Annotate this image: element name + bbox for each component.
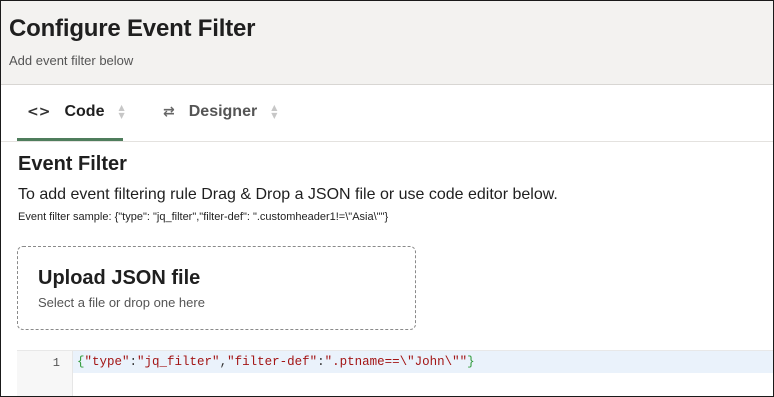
code-token: "jq_filter": [137, 355, 220, 369]
tab-designer[interactable]: ⇄ Designer ▲ ▼: [161, 85, 291, 139]
window-frame: Configure Event Filter Add event filter …: [0, 0, 774, 397]
code-token: :: [129, 355, 138, 369]
line-number: 1: [52, 356, 60, 370]
upload-title: Upload JSON file: [38, 267, 201, 289]
tab-designer-label: Designer: [188, 103, 258, 120]
drag-handle-icon[interactable]: ▲ ▼: [271, 104, 277, 120]
code-token: }: [467, 355, 475, 369]
upload-hint: Select a file or drop one here: [38, 295, 205, 310]
code-text: {"type":"jq_filter","filter-def":".ptnam…: [77, 355, 475, 369]
code-token: :: [317, 355, 325, 369]
code-token: ".ptname==\"John\"": [324, 355, 468, 369]
code-token: {: [77, 355, 85, 369]
tab-code-label: Code: [64, 102, 105, 120]
code-token: "filter-def": [227, 355, 318, 369]
code-token: ,: [219, 355, 228, 369]
swap-arrows-icon: ⇄: [163, 104, 175, 120]
tab-code[interactable]: <> Code ▲ ▼: [17, 85, 125, 141]
page-title: Configure Event Filter: [9, 15, 256, 42]
drag-handle-icon[interactable]: ▲ ▼: [118, 103, 124, 120]
editor-gutter: 1: [17, 351, 73, 396]
code-editor[interactable]: 1 {"type":"jq_filter","filter-def":".ptn…: [17, 350, 773, 396]
code-token: "type": [84, 355, 130, 369]
upload-dropzone[interactable]: Upload JSON file Select a file or drop o…: [17, 246, 416, 330]
tab-bar: <> Code ▲ ▼ ⇄ Designer ▲ ▼: [1, 85, 773, 142]
sample-text: Event filter sample: {"type": "jq_filter…: [18, 211, 389, 223]
section-title: Event Filter: [18, 153, 127, 175]
page-subtitle: Add event filter below: [9, 53, 134, 68]
code-line[interactable]: {"type":"jq_filter","filter-def":".ptnam…: [73, 351, 773, 373]
page-header: Configure Event Filter Add event filter …: [1, 1, 773, 85]
instructions-text: To add event filtering rule Drag & Drop …: [18, 186, 558, 203]
code-brackets-icon: <>: [27, 103, 51, 120]
